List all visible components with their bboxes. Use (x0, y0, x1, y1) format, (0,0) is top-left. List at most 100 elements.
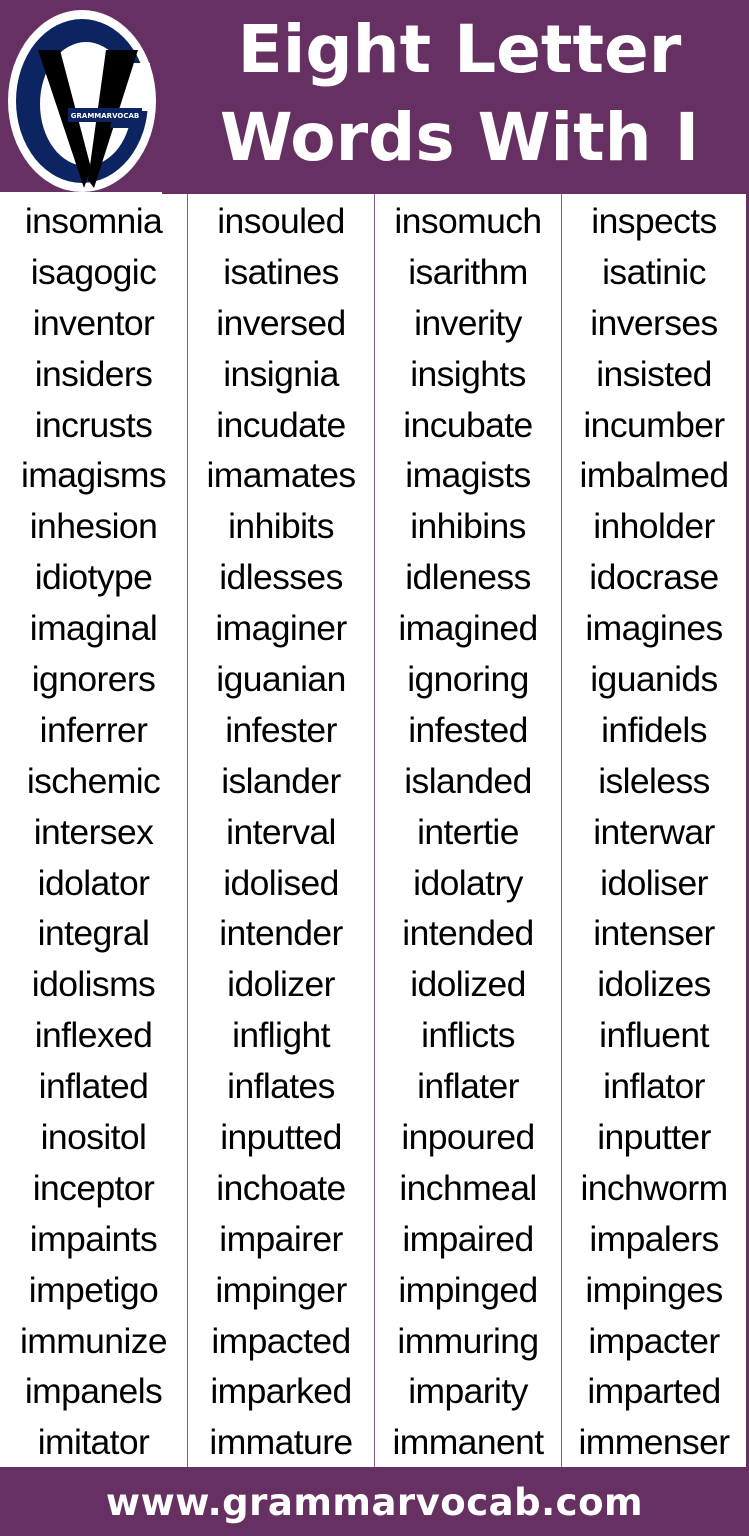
word-item: inflater (417, 1066, 519, 1107)
word-item: intenser (593, 913, 715, 954)
word-item: impairer (219, 1218, 343, 1259)
word-column-4: inspects isatinic inverses insisted incumber… (561, 194, 746, 1467)
word-item: inflates (227, 1066, 335, 1107)
word-item: inhibits (228, 506, 334, 547)
word-item: inflight (232, 1015, 330, 1056)
word-item: ischemic (26, 760, 161, 801)
word-item: insisted (596, 353, 712, 394)
word-item: inflator (603, 1066, 705, 1107)
word-item: inchworm (580, 1167, 728, 1208)
word-item: idolized (410, 964, 526, 1005)
word-item: inputted (220, 1117, 342, 1158)
word-item: insignia (223, 353, 339, 394)
word-item: impinger (215, 1269, 347, 1310)
word-item: islanded (404, 760, 532, 801)
word-item: imaginal (29, 608, 158, 649)
word-item: inositol (40, 1117, 147, 1158)
word-item: imaginer (215, 608, 347, 649)
word-item: influent (599, 1015, 709, 1056)
word-item: impanels (24, 1371, 163, 1412)
header-banner: GRAMMARVOCAB Eight Letter Words With I (0, 0, 749, 194)
word-item: insomuch (394, 201, 542, 241)
word-item: imbalmed (579, 455, 729, 496)
word-item: iguanids (590, 659, 718, 700)
word-item: idlesses (219, 557, 343, 598)
word-item: intertie (417, 811, 519, 852)
word-column-2: insouled isatines inversed insignia incudate… (187, 194, 374, 1467)
word-item: idolator (37, 862, 150, 903)
word-item: insiders (34, 353, 153, 394)
word-item: interval (226, 811, 336, 852)
word-item: imagined (398, 608, 538, 649)
word-item: islander (221, 760, 341, 801)
word-item: intersex (33, 811, 154, 852)
word-item: incubate (403, 404, 533, 445)
word-item: inchoate (216, 1167, 346, 1208)
word-item: idiotype (34, 557, 153, 598)
word-item: imitator (37, 1422, 150, 1463)
word-item: idleness (405, 557, 531, 598)
word-item: idolisms (31, 964, 156, 1005)
word-item: immunize (19, 1320, 168, 1361)
word-item: imparked (210, 1371, 352, 1412)
word-item: idocrase (589, 557, 719, 598)
word-item: iguanian (216, 659, 346, 700)
title-line-1: Eight Letter (237, 11, 682, 88)
word-item: idoliser (600, 862, 708, 903)
word-item: impaints (29, 1218, 158, 1259)
word-item: inversed (216, 302, 346, 343)
word-item: imamates (206, 455, 356, 496)
word-item: infester (225, 709, 337, 750)
word-item: impalers (589, 1218, 719, 1259)
word-item: intended (402, 913, 534, 954)
word-item: isarithm (408, 251, 528, 292)
page-title: Eight Letter Words With I (170, 6, 749, 182)
word-item: ignoring (407, 659, 529, 700)
word-item: incudate (216, 404, 346, 445)
grammarvocab-logo-icon: GRAMMARVOCAB (6, 8, 158, 194)
word-item: inhibins (410, 506, 526, 547)
word-item: inspects (591, 201, 717, 241)
word-item: isatines (223, 251, 339, 292)
word-item: impacted (211, 1320, 351, 1361)
word-item: isatinic (602, 251, 706, 292)
word-item: imagines (585, 608, 723, 649)
word-item: impetigo (28, 1269, 159, 1310)
word-item: insomnia (24, 201, 163, 241)
word-item: insouled (217, 201, 345, 241)
word-item: impinged (398, 1269, 538, 1310)
word-item: idolised (223, 862, 339, 903)
word-item: immenser (578, 1422, 730, 1463)
word-grid: insomnia isagogic inventor insiders incrusts… (0, 194, 749, 1467)
word-item: impaired (402, 1218, 534, 1259)
word-item: imparity (408, 1371, 528, 1412)
word-item: inflicts (421, 1015, 515, 1056)
word-item: incrusts (34, 404, 153, 445)
word-item: impacter (588, 1320, 720, 1361)
word-item: imparted (587, 1371, 721, 1412)
word-item: ignorers (31, 659, 156, 700)
word-item: inventor (32, 302, 155, 343)
word-item: idolatry (413, 862, 523, 903)
footer-banner: www.grammarvocab.com (0, 1467, 749, 1536)
website-url: www.grammarvocab.com (105, 1481, 644, 1524)
word-item: inverses (590, 302, 718, 343)
word-item: infested (408, 709, 528, 750)
word-item: inholder (593, 506, 715, 547)
word-item: imagisms (20, 455, 167, 496)
word-item: inpoured (401, 1117, 535, 1158)
word-item: inchmeal (399, 1167, 537, 1208)
word-item: idolizes (597, 964, 711, 1005)
word-item: inverity (414, 302, 522, 343)
word-item: inferrer (39, 709, 148, 750)
logo-text: GRAMMARVOCAB (71, 112, 139, 120)
word-item: idolizer (227, 964, 335, 1005)
word-item: integral (37, 913, 150, 954)
word-item: interwar (593, 811, 715, 852)
word-item: imagists (405, 455, 531, 496)
word-item: inputter (597, 1117, 711, 1158)
title-line-2: Words With I (219, 99, 700, 176)
word-item: immanent (392, 1422, 544, 1463)
word-item: isagogic (30, 251, 157, 292)
word-item: immature (209, 1422, 353, 1463)
